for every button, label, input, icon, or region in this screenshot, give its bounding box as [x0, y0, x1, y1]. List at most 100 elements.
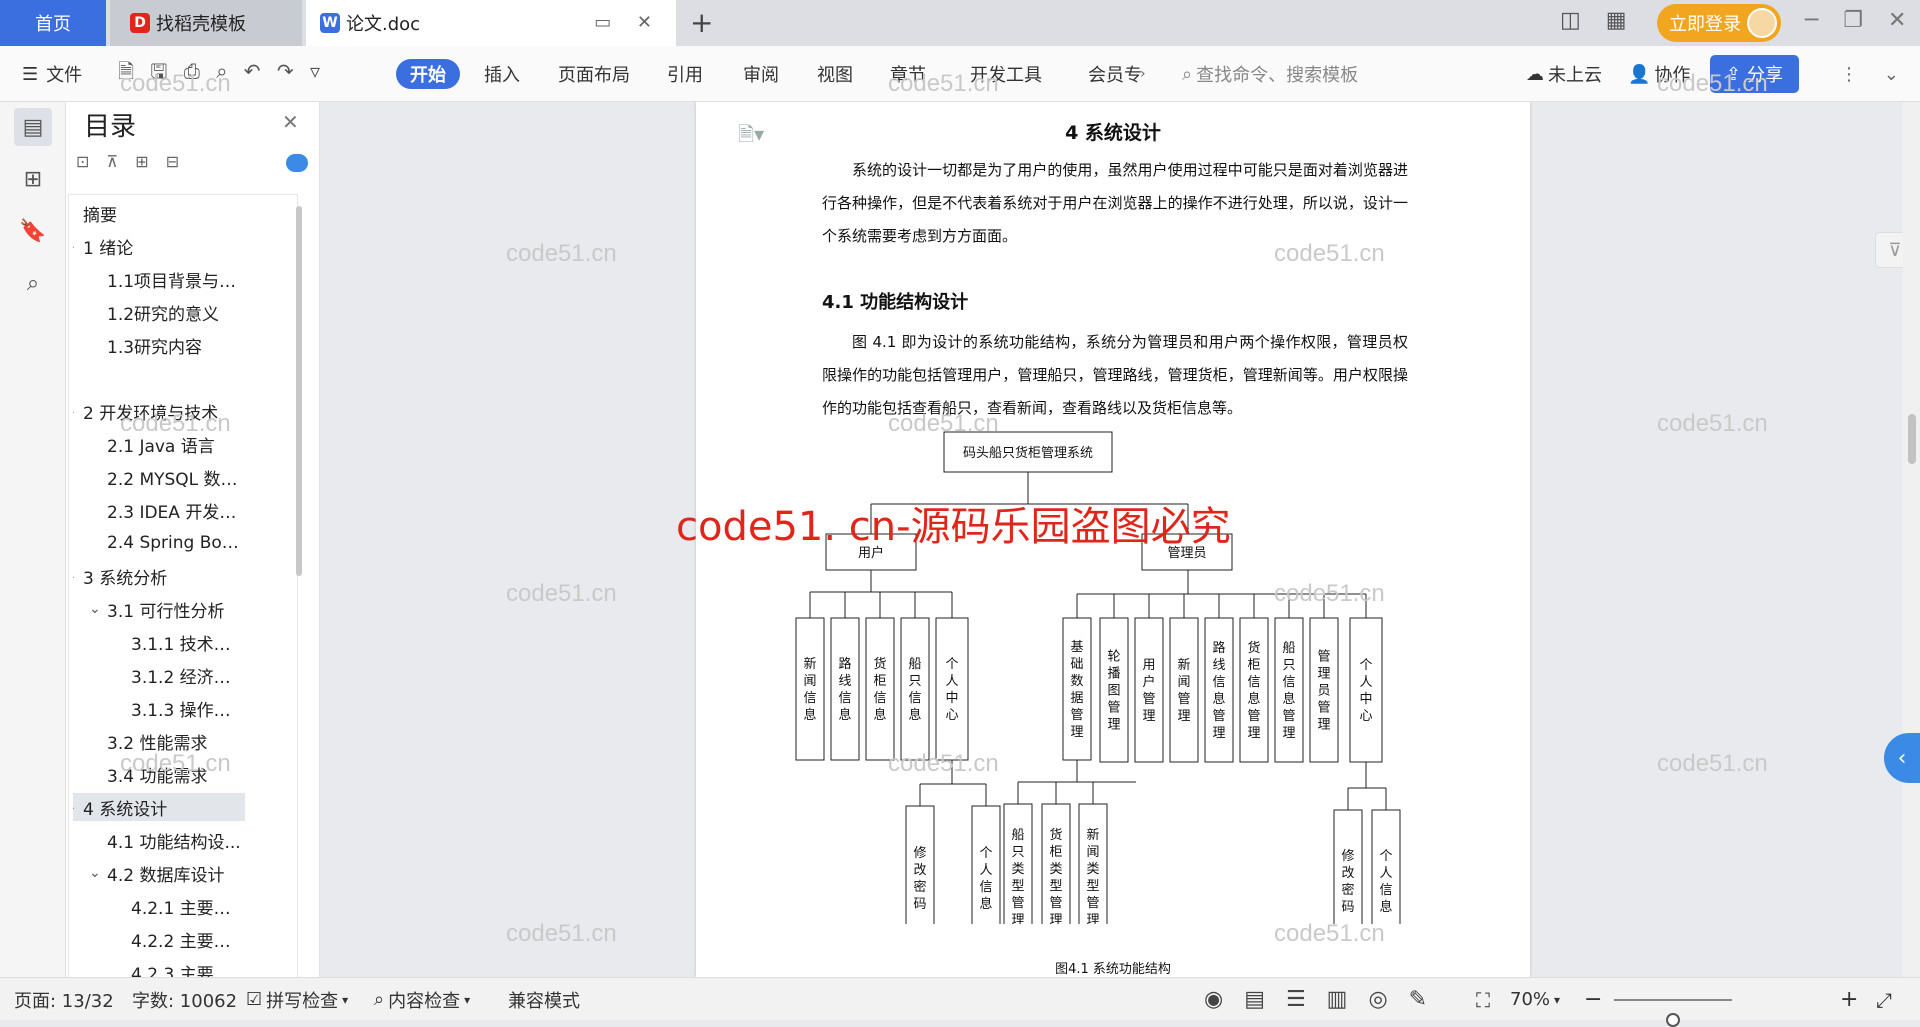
content-check-icon: ⌕ [374, 989, 385, 1010]
status-bar: 页面: 13/32 字数: 10062 ☑ 拼写检查 ▾ ⌕ 内容检查 ▾ 兼容模式 ◉… [0, 977, 1920, 1027]
menu-insert[interactable]: 插入 [484, 46, 520, 102]
content-check[interactable]: ⌕ 内容检查 ▾ [374, 978, 470, 1021]
toc-item[interactable]: 1.3研究内容 [73, 331, 245, 359]
spell-check[interactable]: ☑ 拼写检查 ▾ [246, 978, 348, 1021]
toc-item[interactable]: 摘要 [73, 199, 245, 227]
watermark: code51.cn [120, 750, 231, 777]
tab-start[interactable]: 开始 [396, 59, 460, 89]
toc-item[interactable]: 2.2 MYSQL 数据... [73, 463, 245, 491]
toc-item-label: 4 系统设计 [83, 799, 168, 820]
watermark: code51.cn [120, 410, 231, 437]
file-menu[interactable]: ☰ 文件 [22, 46, 82, 102]
user-icon: 👤 [1628, 63, 1651, 85]
diagram-node [935, 617, 969, 761]
view-layout-icons[interactable]: ◫ ▦ [1560, 8, 1627, 33]
toc-item[interactable]: 4.2.1 主要实... [73, 892, 245, 920]
diagram-node [865, 617, 895, 761]
toc-item[interactable]: 3.1.1 技术可... [73, 628, 245, 656]
toc-item[interactable]: 1.2研究的意义 [73, 298, 245, 326]
toc-item[interactable] [73, 364, 245, 392]
tab-document[interactable]: W 论文.doc ▭ ✕ [306, 0, 676, 46]
new-tab-button[interactable]: + [690, 6, 713, 39]
menu-member[interactable]: 会员专 [1088, 46, 1142, 102]
docer-icon: D [130, 13, 150, 33]
toc-item[interactable]: 4.1 功能结构设... [73, 826, 245, 854]
tab-close-icon[interactable]: ▭ ✕ [594, 12, 662, 33]
menu-review[interactable]: 审阅 [743, 46, 779, 102]
chevron-down-icon[interactable]: ⌄ [89, 601, 107, 617]
toc-item[interactable]: 2.4 Spring Boot ... [73, 529, 245, 557]
toc-item[interactable]: 3.1.2 经济可... [73, 661, 245, 689]
toc-item-label: 4.2.3 主要数... [131, 964, 245, 978]
zoom-slider[interactable] [1614, 999, 1732, 1027]
toc-item-label: 3.1.2 经济可... [131, 667, 245, 688]
toc-item[interactable]: 2.3 IDEA 开发工... [73, 496, 245, 524]
filter-icon[interactable]: ⊽ [1875, 232, 1903, 268]
chevron-down-icon[interactable]: ⌄ [73, 238, 83, 254]
tab-home[interactable]: 首页 [0, 0, 106, 46]
close-icon[interactable]: ✕ [282, 110, 299, 134]
search-box[interactable]: ⌕ 查找命令、搜索模板 [1182, 46, 1358, 102]
tab-template[interactable]: D 找稻壳模板 [110, 0, 302, 46]
toc-icon[interactable]: ▤ [14, 108, 52, 146]
tab-home-label: 首页 [35, 14, 71, 35]
ai-assistant-icon[interactable] [286, 154, 308, 172]
find-icon[interactable]: ⌕ [14, 264, 52, 302]
zoom-in-icon[interactable]: + [1840, 978, 1858, 1021]
toc-item[interactable]: 4.2.2 主要实... [73, 925, 245, 953]
nav-tool-icons[interactable]: ⊡ ⊼ ⊞ ⊟ [76, 152, 179, 171]
zoom-knob[interactable] [1666, 1013, 1680, 1027]
fullscreen-icon[interactable]: ⤢ [1876, 978, 1892, 1021]
toc-item-label: 2.2 MYSQL 数据... [107, 469, 245, 490]
more-options-icon[interactable]: ⋮ ⌄ [1840, 46, 1899, 102]
toc-item[interactable]: ⌄ 4.2 数据库设计 [73, 859, 245, 887]
word-count[interactable]: 字数: 10062 [132, 978, 237, 1021]
chevron-down-icon: ▾ [1554, 992, 1561, 1007]
section-heading: 4.1 功能结构设计 [822, 292, 969, 313]
fit-page-icon[interactable]: ⛶ [1476, 978, 1490, 1021]
diagram-node-label: 码头船只货柜管理系统 [963, 445, 1093, 461]
chevron-down-icon[interactable]: ⌄ [73, 403, 83, 419]
menu-view[interactable]: 视图 [817, 46, 853, 102]
chevron-down-icon[interactable]: ⌄ [73, 799, 83, 815]
watermark: code51.cn [1657, 410, 1768, 437]
toc-item-label: 2.3 IDEA 开发工... [107, 502, 245, 523]
bookmark-icon[interactable]: 🔖 [14, 212, 52, 250]
scroll-thumb[interactable] [1908, 414, 1916, 464]
toc-item[interactable]: ⌄4 系统设计 [73, 793, 245, 821]
toc-scrollbar[interactable] [296, 206, 302, 576]
toc-item[interactable]: ⌄ 3.1 可行性分析 [73, 595, 245, 623]
search-icon: ⌕ [1182, 63, 1193, 85]
outline-icon[interactable]: ⊞ [14, 160, 52, 198]
toc-item[interactable]: ⌄1 绪论 [73, 232, 245, 260]
menu-reference[interactable]: 引用 [667, 46, 703, 102]
toc-item[interactable]: 4.2.3 主要数... [73, 958, 245, 978]
toc-item-label: 3 系统分析 [83, 568, 168, 589]
login-button[interactable]: 立即登录 [1657, 4, 1781, 42]
cloud-icon: ☁ [1526, 63, 1544, 85]
diagram-node [900, 617, 930, 761]
toc-item-label: 1.1项目背景与问... [107, 271, 245, 292]
toc-item[interactable]: 1.1项目背景与问... [73, 265, 245, 293]
vertical-scrollbar[interactable] [1903, 102, 1920, 977]
window-controls[interactable]: ─ ❐ ✕ [1805, 8, 1906, 33]
watermark: code51.cn [1274, 920, 1385, 947]
avatar [1747, 8, 1777, 38]
zoom-level[interactable]: 70% ▾ [1510, 978, 1560, 1021]
more-menu-icon[interactable]: › [1140, 46, 1146, 102]
watermark: code51.cn [888, 410, 999, 437]
zoom-out-icon[interactable]: − [1584, 978, 1602, 1021]
toc-item-label: 3.1 可行性分析 [107, 601, 225, 622]
watermark: code51.cn [1274, 240, 1385, 267]
toc-item-label: 3.1.1 技术可... [131, 634, 245, 655]
chevron-down-icon[interactable]: ⌄ [73, 568, 83, 584]
menu-page-layout[interactable]: 页面布局 [558, 46, 630, 102]
diagram-node [830, 617, 860, 761]
spellcheck-icon: ☑ [246, 989, 263, 1010]
cloud-status[interactable]: ☁ 未上云 [1526, 46, 1602, 102]
chevron-down-icon: ▾ [464, 992, 471, 1007]
toc-item[interactable]: 3.1.3 操作可... [73, 694, 245, 722]
toc-item[interactable]: ⌄3 系统分析 [73, 562, 245, 590]
chevron-down-icon[interactable]: ⌄ [89, 865, 107, 881]
view-mode-icons[interactable]: ◉ ▤ ☰ ▥ ◎ ✎ [1204, 978, 1427, 1021]
